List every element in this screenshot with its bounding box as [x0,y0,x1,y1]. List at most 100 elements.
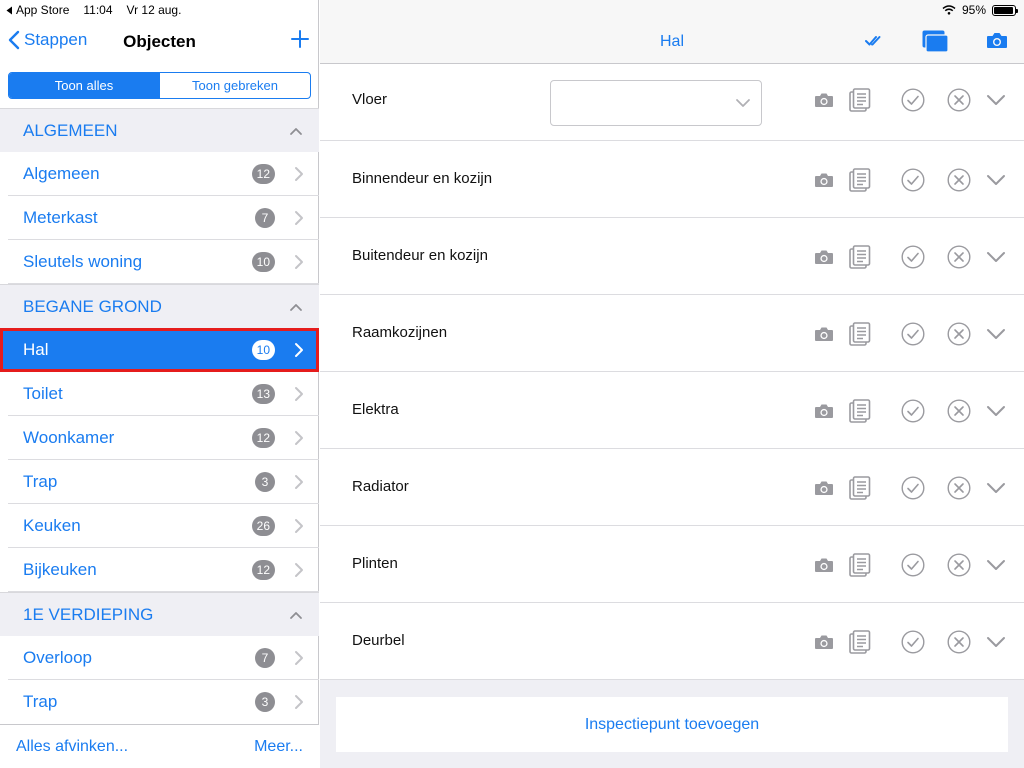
chevron-up-icon[interactable] [289,608,303,622]
reject-x-icon[interactable] [947,553,971,577]
camera-icon[interactable] [814,634,834,650]
chevron-right-icon [295,387,303,401]
sidebar-item[interactable]: Hal 10 [0,328,319,372]
check-all-button[interactable]: Alles afvinken... [16,738,128,756]
notes-icon[interactable] [849,322,871,346]
sidebar-item-label: Keuken [23,516,81,535]
sidebar-item[interactable]: Sleutels woning 10 [0,240,319,284]
count-badge: 13 [251,384,275,404]
chevron-down-icon[interactable] [986,174,1006,186]
inspection-item: Elektra [320,372,1024,449]
segment-toon-gebreken[interactable]: Toon gebreken [159,73,310,98]
sidebar-item-label: Algemeen [23,164,100,183]
chevron-right-icon [295,475,303,489]
battery-icon [992,4,1018,16]
back-to-app[interactable]: App Store [6,3,69,17]
notes-icon[interactable] [849,88,871,112]
object-list: ALGEMEEN Algemeen 12 Meterkast 7 Sleutels won… [0,108,319,724]
chevron-down-icon[interactable] [986,328,1006,340]
reject-x-icon[interactable] [947,476,971,500]
reject-x-icon[interactable] [947,322,971,346]
chevron-down-icon[interactable] [986,559,1006,571]
sidebar-item[interactable]: Woonkamer 12 [0,416,319,460]
approve-check-icon[interactable] [901,245,925,269]
inspection-item: Plinten [320,526,1024,603]
back-triangle-icon [6,6,12,14]
sidebar-item[interactable]: Trap 3 [0,680,319,724]
segment-toon-alles[interactable]: Toon alles [9,73,159,98]
reject-x-icon[interactable] [947,245,971,269]
sidebar-item-label: Overloop [23,648,92,667]
chevron-down-icon[interactable] [986,405,1006,417]
inspection-item-label: Elektra [352,401,399,418]
double-check-icon[interactable] [865,34,885,48]
approve-check-icon[interactable] [901,322,925,346]
photos-icon[interactable] [922,30,949,53]
approve-check-icon[interactable] [901,399,925,423]
camera-icon[interactable] [814,249,834,265]
back-button[interactable]: Stappen [8,30,87,50]
camera-icon[interactable] [814,557,834,573]
more-button[interactable]: Meer... [254,738,303,756]
camera-icon[interactable] [814,172,834,188]
notes-icon[interactable] [849,553,871,577]
sidebar-item[interactable]: Keuken 26 [0,504,319,548]
sidebar-item[interactable]: Bijkeuken 12 [0,548,319,592]
sidebar-item-label: Sleutels woning [23,252,143,271]
sidebar-item[interactable]: Toilet 13 [0,372,319,416]
approve-check-icon[interactable] [901,476,925,500]
reject-x-icon[interactable] [947,399,971,423]
camera-icon[interactable] [814,326,834,342]
notes-icon[interactable] [849,168,871,192]
approve-check-icon[interactable] [901,553,925,577]
count-badge: 12 [251,560,275,580]
condition-dropdown[interactable] [550,80,762,126]
chevron-up-icon[interactable] [289,124,303,138]
count-badge: 26 [251,516,275,536]
section-header[interactable]: 1E VERDIEPING [0,592,319,636]
sidebar-item[interactable]: Trap 3 [0,460,319,504]
approve-check-icon[interactable] [901,88,925,112]
add-icon[interactable] [289,28,311,50]
inspection-item: Buitendeur en kozijn [320,218,1024,295]
sidebar-item[interactable]: Algemeen 12 [0,152,319,196]
count-badge: 10 [251,252,275,272]
notes-icon[interactable] [849,399,871,423]
sidebar-item-label: Woonkamer [23,428,115,447]
chevron-right-icon [295,695,303,709]
add-inspection-point-button[interactable]: Inspectiepunt toevoegen [336,697,1008,752]
inspection-item: Binnendeur en kozijn [320,141,1024,218]
approve-check-icon[interactable] [901,630,925,654]
section-header[interactable]: BEGANE GROND [0,284,319,328]
section-title: 1E VERDIEPING [23,604,154,624]
chevron-down-icon[interactable] [986,94,1006,106]
camera-icon[interactable] [814,92,834,108]
notes-icon[interactable] [849,245,871,269]
reject-x-icon[interactable] [947,88,971,112]
status-date: Vr 12 aug. [126,3,182,17]
section-header[interactable]: ALGEMEEN [0,108,319,152]
reject-x-icon[interactable] [947,168,971,192]
count-badge: 12 [251,428,275,448]
approve-check-icon[interactable] [901,168,925,192]
chevron-down-icon[interactable] [986,251,1006,263]
inspection-item: Vloer [320,64,1024,141]
main-panel: Hal Vloer Binnendeur en kozijn Buitendeu… [320,0,1024,768]
back-app-label: App Store [16,3,70,17]
inspection-item-label: Buitendeur en kozijn [352,247,488,264]
camera-icon[interactable] [814,480,834,496]
chevron-up-icon[interactable] [289,300,303,314]
reject-x-icon[interactable] [947,630,971,654]
chevron-down-icon[interactable] [986,636,1006,648]
camera-icon[interactable] [814,403,834,419]
notes-icon[interactable] [849,630,871,654]
sidebar-nav-bar: Stappen Objecten [0,20,319,64]
sidebar-item[interactable]: Meterkast 7 [0,196,319,240]
camera-icon[interactable] [986,32,1008,49]
chevron-down-icon[interactable] [986,482,1006,494]
notes-icon[interactable] [849,476,871,500]
inspection-item: Raamkozijnen [320,295,1024,372]
battery-percent: 95% [961,3,986,17]
sidebar-item[interactable]: Overloop 7 [0,636,319,680]
chevron-right-icon [295,167,303,181]
